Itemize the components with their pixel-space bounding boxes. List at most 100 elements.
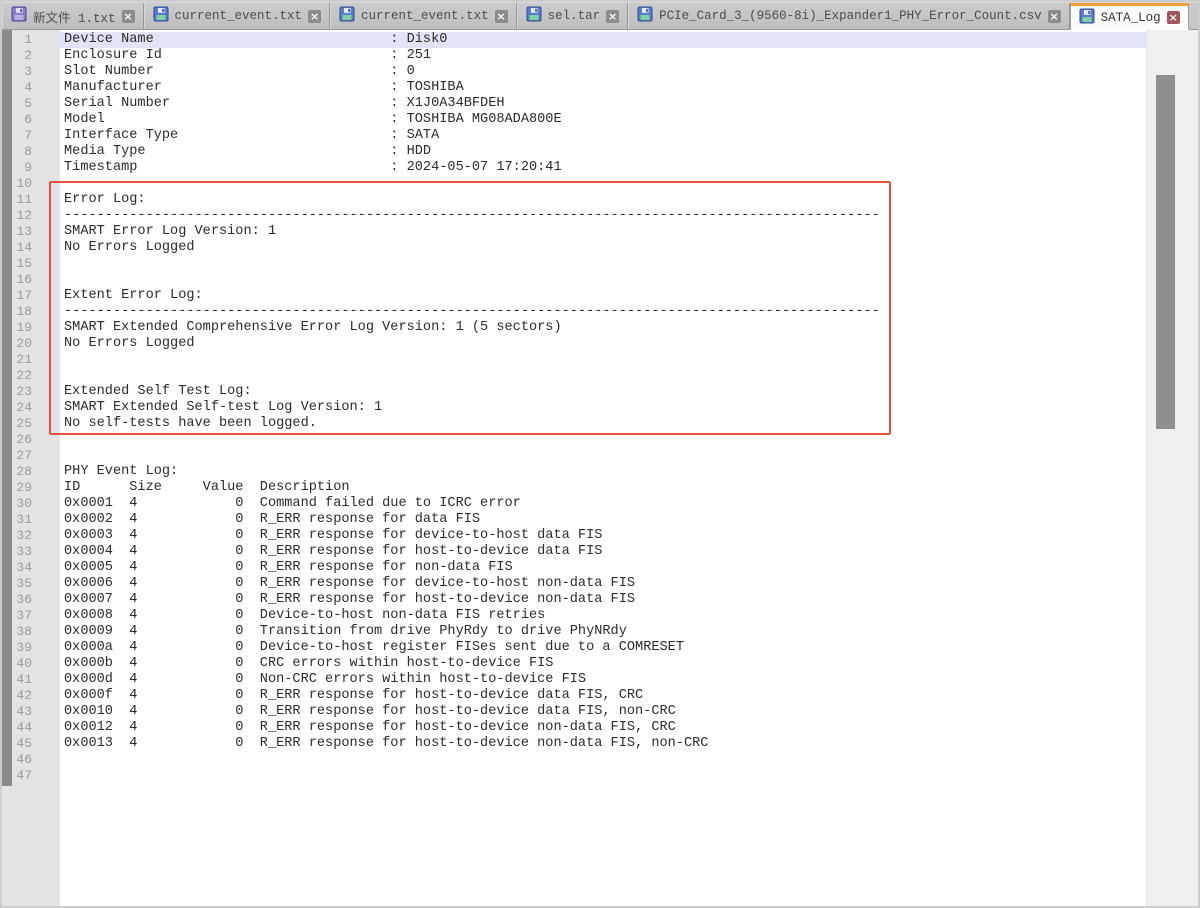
line-number: 32 [2, 528, 32, 544]
line-number: 19 [2, 320, 32, 336]
tab-pcie-card-csv[interactable]: PCIe_Card_3_(9560-8i)_Expander1_PHY_Erro… [628, 3, 1070, 29]
line-number: 26 [2, 432, 32, 448]
gutter-gap [32, 576, 60, 592]
line-text: 0x000f 4 0 R_ERR response for host-to-de… [60, 688, 1146, 704]
gutter-gap [32, 560, 60, 576]
line-text: ----------------------------------------… [60, 304, 1146, 320]
code-line: 29 ID Size Value Description [2, 480, 1146, 496]
gutter-gap [32, 672, 60, 688]
floppy-icon [637, 6, 653, 26]
line-number: 2 [2, 48, 32, 64]
line-number: 30 [2, 496, 32, 512]
close-icon[interactable]: × [308, 10, 321, 23]
close-icon[interactable]: × [1048, 10, 1061, 23]
tab-label: PCIe_Card_3_(9560-8i)_Expander1_PHY_Erro… [659, 9, 1042, 23]
gutter-gap [32, 96, 60, 112]
line-number: 17 [2, 288, 32, 304]
code-line: 7 Interface Type : SATA [2, 128, 1146, 144]
code-line: 44 0x0012 4 0 R_ERR response for host-to… [2, 720, 1146, 736]
tab-new-file-1[interactable]: 新文件 1.txt × [2, 3, 144, 29]
line-text: 0x0013 4 0 R_ERR response for host-to-de… [60, 736, 1146, 752]
code-line: 22 [2, 368, 1146, 384]
gutter-gap [32, 336, 60, 352]
gutter-gap [32, 272, 60, 288]
code-line: 41 0x000d 4 0 Non-CRC errors within host… [2, 672, 1146, 688]
code-line: 4 Manufacturer : TOSHIBA [2, 80, 1146, 96]
tab-sata-log[interactable]: SATA_Log × [1070, 3, 1189, 30]
gutter-gap [32, 384, 60, 400]
close-icon[interactable]: × [606, 10, 619, 23]
line-text [60, 368, 1146, 384]
tab-current-event-1[interactable]: current_event.txt × [144, 3, 331, 29]
line-number: 46 [2, 752, 32, 768]
gutter-gap [32, 368, 60, 384]
line-number: 24 [2, 400, 32, 416]
line-text: 0x0009 4 0 Transition from drive PhyRdy … [60, 624, 1146, 640]
document-content: 1 Device Name : Disk0 2 Enclosure Id : 2… [2, 32, 1146, 784]
code-line: 40 0x000b 4 0 CRC errors within host-to-… [2, 656, 1146, 672]
tab-label: sel.tar [548, 9, 601, 23]
line-text [60, 768, 1146, 784]
code-line: 37 0x0008 4 0 Device-to-host non-data FI… [2, 608, 1146, 624]
line-text [60, 352, 1146, 368]
gutter-gap [32, 496, 60, 512]
line-text: Enclosure Id : 251 [60, 48, 1146, 64]
line-text: ID Size Value Description [60, 480, 1146, 496]
code-line: 6 Model : TOSHIBA MG08ADA800E [2, 112, 1146, 128]
gutter-gap [32, 352, 60, 368]
code-line: 26 [2, 432, 1146, 448]
line-number: 45 [2, 736, 32, 752]
gutter-gap [32, 704, 60, 720]
line-text: Media Type : HDD [60, 144, 1146, 160]
line-text: 0x000d 4 0 Non-CRC errors within host-to… [60, 672, 1146, 688]
line-text: 0x0012 4 0 R_ERR response for host-to-de… [60, 720, 1146, 736]
gutter-gap [32, 448, 60, 464]
line-number: 4 [2, 80, 32, 96]
code-line: 35 0x0006 4 0 R_ERR response for device-… [2, 576, 1146, 592]
line-number: 8 [2, 144, 32, 160]
line-text: 0x0008 4 0 Device-to-host non-data FIS r… [60, 608, 1146, 624]
gutter-gap [32, 720, 60, 736]
line-number: 20 [2, 336, 32, 352]
code-line: 11 Error Log: [2, 192, 1146, 208]
close-icon[interactable]: × [1167, 11, 1180, 24]
line-number: 3 [2, 64, 32, 80]
line-text: No Errors Logged [60, 336, 1146, 352]
gutter-gap [32, 592, 60, 608]
code-line: 34 0x0005 4 0 R_ERR response for non-dat… [2, 560, 1146, 576]
line-text: 0x000a 4 0 Device-to-host register FISes… [60, 640, 1146, 656]
code-line: 18 -------------------------------------… [2, 304, 1146, 320]
text-editor[interactable]: 1 Device Name : Disk0 2 Enclosure Id : 2… [2, 30, 1198, 906]
line-number: 39 [2, 640, 32, 656]
line-text: ----------------------------------------… [60, 208, 1146, 224]
tab-label: SATA_Log [1101, 11, 1161, 25]
gutter-gap [32, 240, 60, 256]
code-line: 38 0x0009 4 0 Transition from drive PhyR… [2, 624, 1146, 640]
close-icon[interactable]: × [122, 10, 135, 23]
line-text: 0x0002 4 0 R_ERR response for data FIS [60, 512, 1146, 528]
tab-sel-tar[interactable]: sel.tar × [517, 3, 629, 29]
gutter-gap [32, 432, 60, 448]
vertical-scrollbar[interactable] [1146, 30, 1198, 906]
line-text: 0x0006 4 0 R_ERR response for device-to-… [60, 576, 1146, 592]
gutter-gap [32, 608, 60, 624]
line-number: 43 [2, 704, 32, 720]
tab-bar: 新文件 1.txt × current_event.txt × [2, 2, 1198, 30]
line-number: 33 [2, 544, 32, 560]
line-number: 28 [2, 464, 32, 480]
line-text: No self-tests have been logged. [60, 416, 1146, 432]
tab-label: current_event.txt [361, 9, 489, 23]
gutter-gap [32, 736, 60, 752]
code-line: 14 No Errors Logged [2, 240, 1146, 256]
code-line: 39 0x000a 4 0 Device-to-host register FI… [2, 640, 1146, 656]
line-text: 0x0007 4 0 R_ERR response for host-to-de… [60, 592, 1146, 608]
line-text: Timestamp : 2024-05-07 17:20:41 [60, 160, 1146, 176]
line-text: Slot Number : 0 [60, 64, 1146, 80]
line-text: SMART Extended Self-test Log Version: 1 [60, 400, 1146, 416]
floppy-icon [11, 6, 27, 26]
tab-current-event-2[interactable]: current_event.txt × [330, 3, 517, 29]
gutter-gap [32, 32, 60, 48]
scrollbar-thumb[interactable] [1156, 75, 1175, 429]
line-number: 25 [2, 416, 32, 432]
close-icon[interactable]: × [495, 10, 508, 23]
